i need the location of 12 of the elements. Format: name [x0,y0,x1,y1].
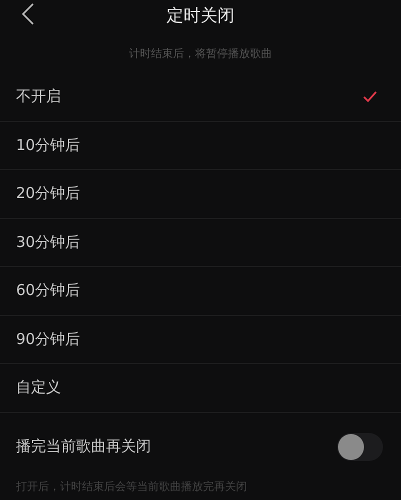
setting-label: 播完当前歌曲再关闭 [16,437,151,456]
timer-option[interactable]: 20分钟后 [0,170,401,218]
toggle-switch[interactable] [337,432,383,460]
timer-option[interactable]: 10分钟后 [0,122,401,170]
timer-option[interactable]: 30分钟后 [0,218,401,267]
timer-option[interactable]: 自定义 [0,364,401,412]
timer-option[interactable]: 不开启 [0,73,401,122]
page-title: 定时关闭 [166,4,234,26]
timer-option[interactable]: 90分钟后 [0,316,401,364]
subtitle-text: 计时结束后，将暂停播放歌曲 [128,46,273,62]
back-button[interactable] [20,2,36,26]
timer-option[interactable]: 60分钟后 [0,267,401,316]
